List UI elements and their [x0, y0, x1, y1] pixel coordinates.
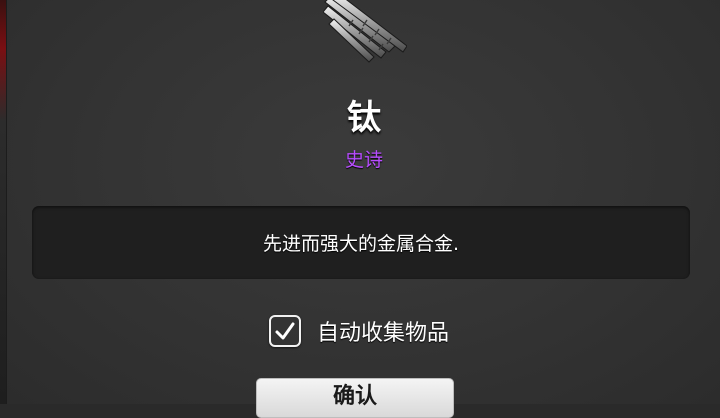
description-box: 先进而强大的金属合金.: [32, 206, 690, 279]
auto-collect-label: 自动收集物品: [317, 321, 450, 346]
item-info-card: 钛 史诗 先进而强大的金属合金. 自动收集物品: [6, 0, 720, 404]
item-name: 钛: [347, 98, 381, 138]
item-rarity: 史诗: [344, 149, 383, 171]
checkmark-icon: [275, 322, 295, 340]
auto-collect-checkbox[interactable]: [269, 315, 301, 347]
confirm-button[interactable]: 确认: [256, 378, 454, 418]
item-description: 先进而强大的金属合金.: [262, 233, 460, 255]
auto-collect-toggle[interactable]: 自动收集物品: [269, 312, 449, 350]
titanium-rebar-icon: [323, 0, 407, 63]
